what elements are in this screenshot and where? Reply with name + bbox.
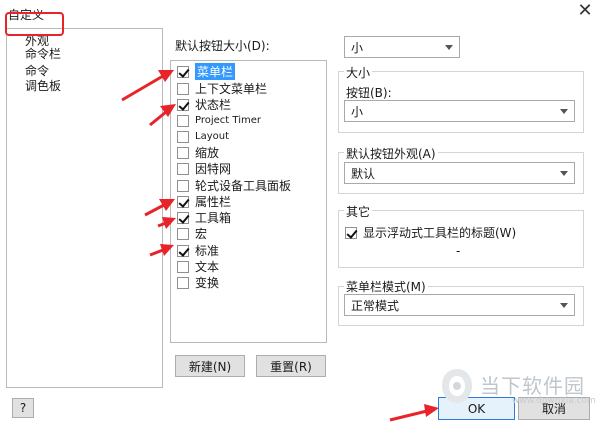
arrow-icon [389,404,439,422]
arrow-icon [157,217,176,229]
annotation-arrows [121,70,439,422]
arrow-icon [121,70,174,102]
arrow-icon [149,104,176,127]
arrow-icon [144,199,175,217]
arrow-icon [149,244,174,257]
